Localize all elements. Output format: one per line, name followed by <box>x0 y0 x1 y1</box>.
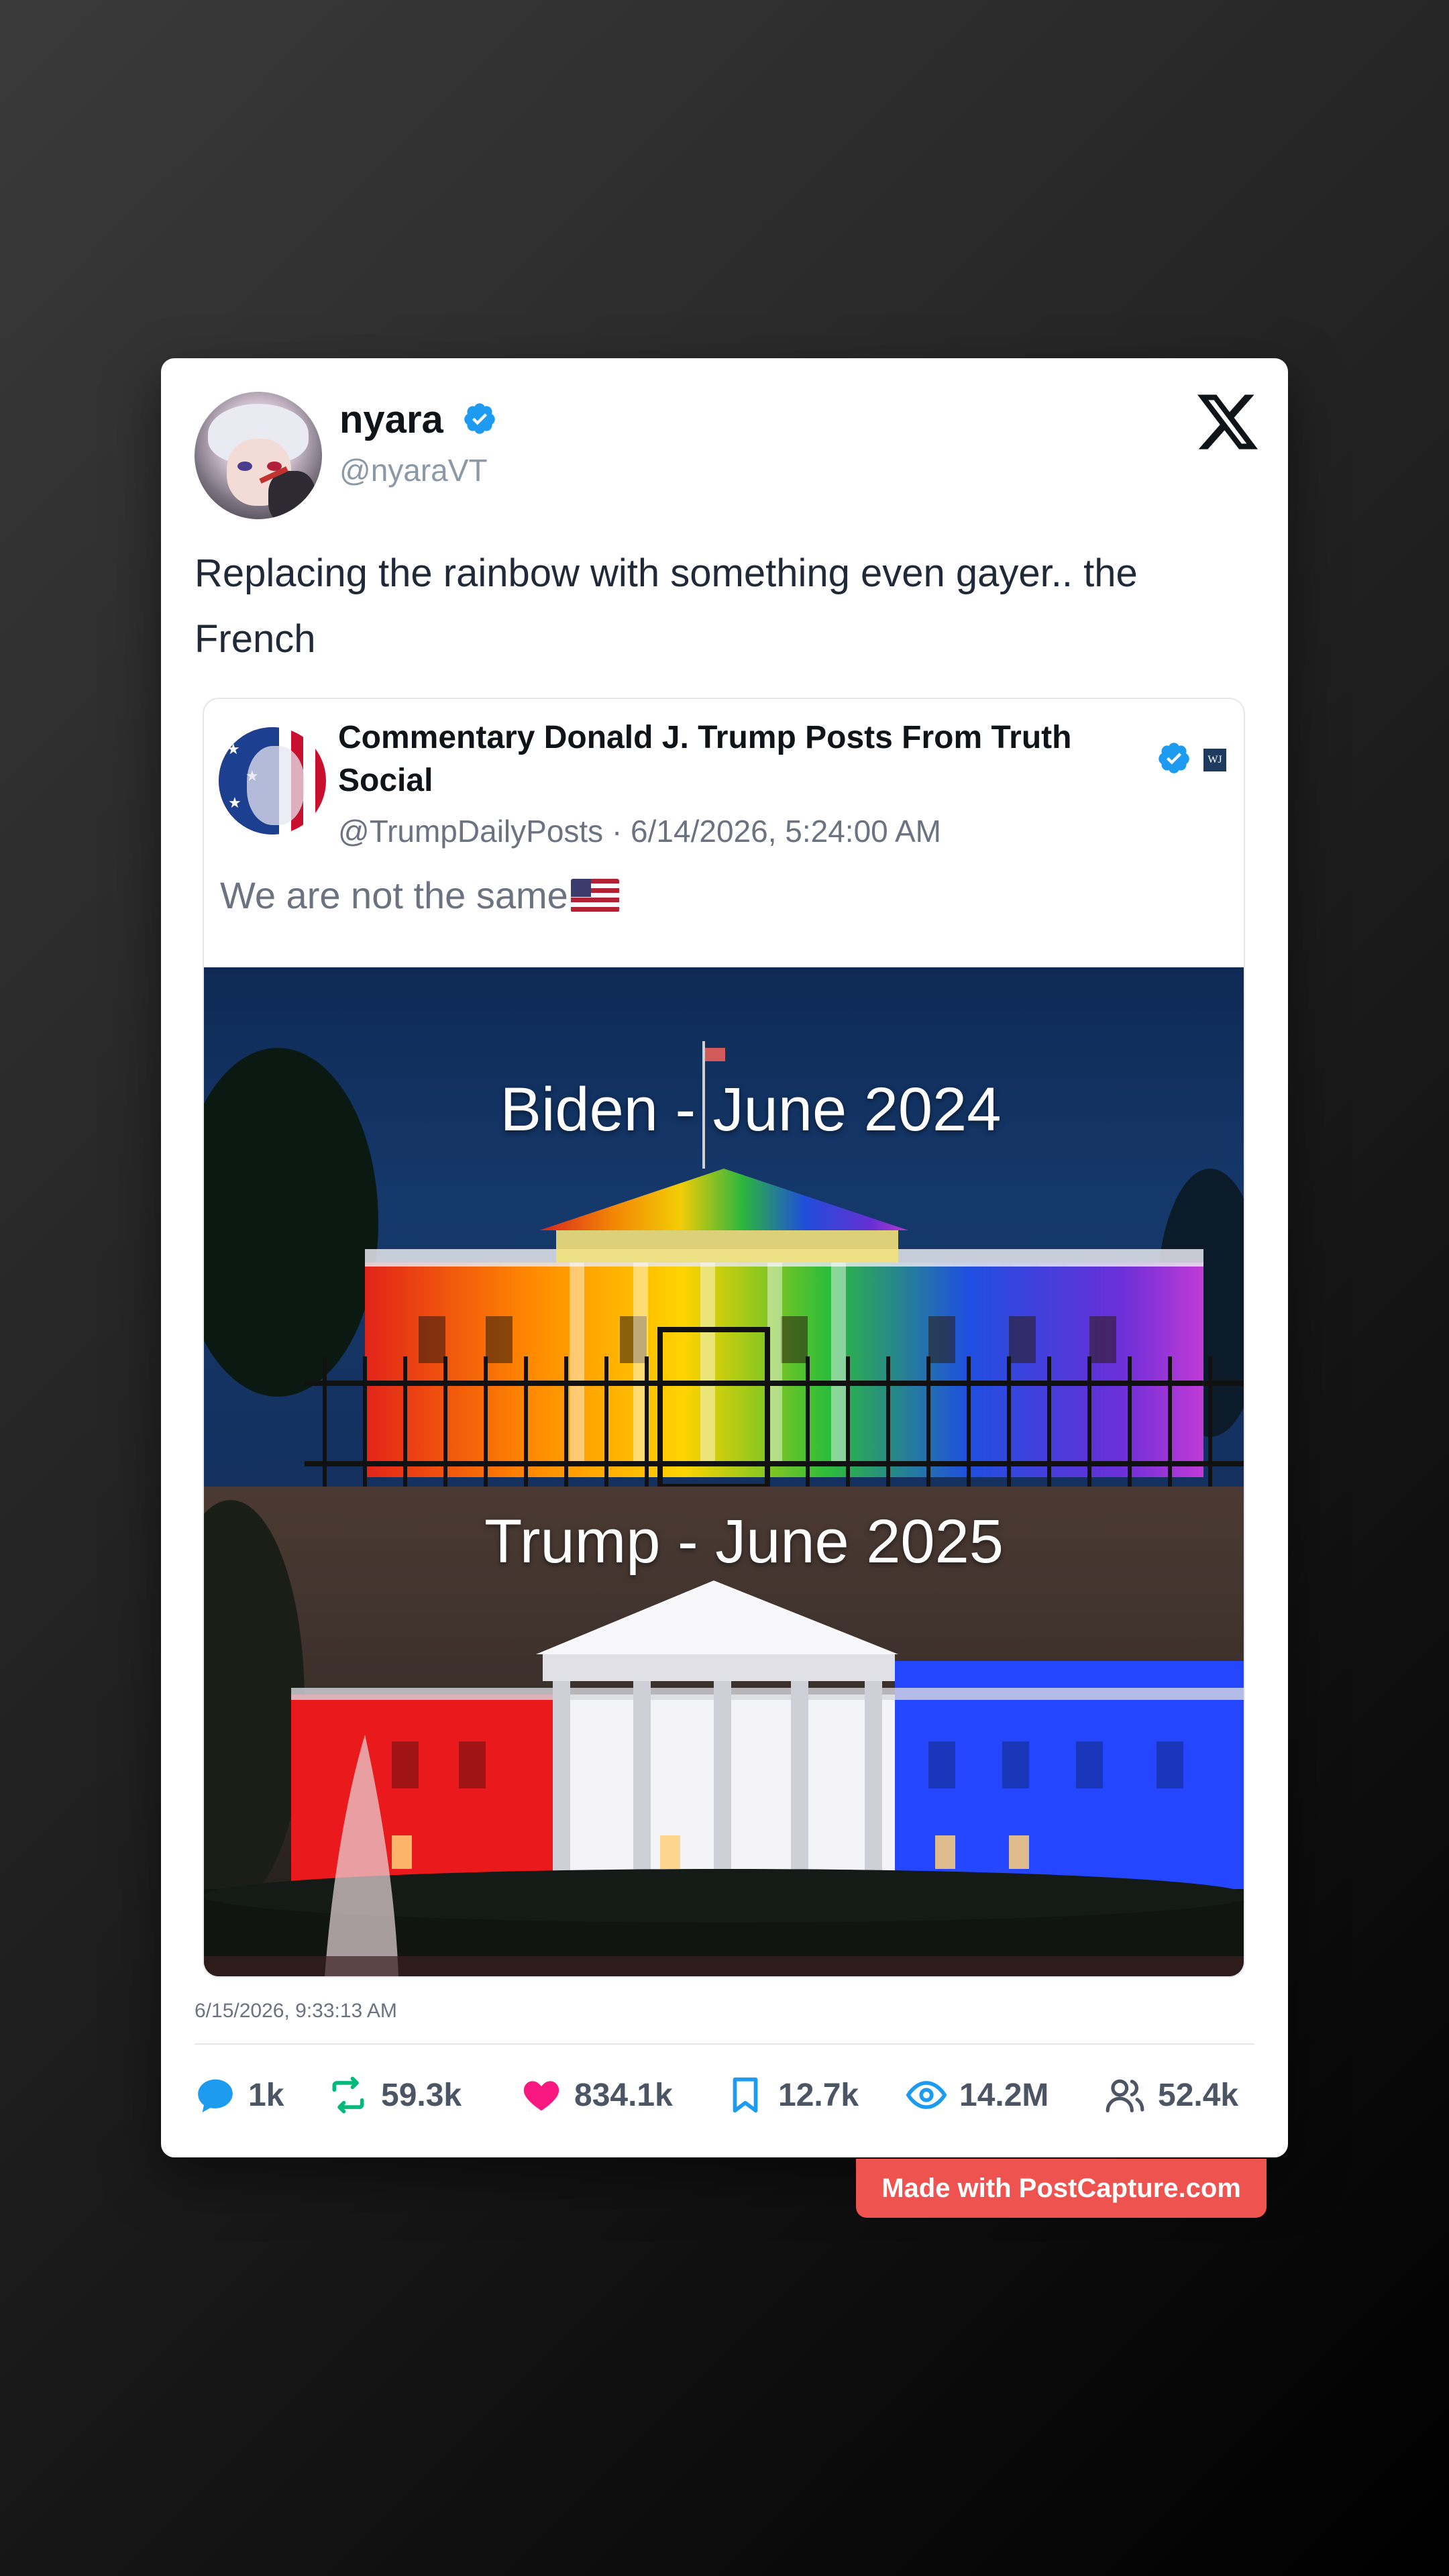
image-caption-bottom: Trump - June 2025 <box>484 1507 1004 1576</box>
like-count: 834.1k <box>574 2077 673 2113</box>
eye-icon <box>906 2081 947 2109</box>
postcapture-watermark[interactable]: Made with PostCapture.com <box>856 2159 1267 2218</box>
stats-divider <box>195 2043 1254 2045</box>
verified-badge-icon <box>464 403 495 434</box>
white-house-rainbow-illustration <box>204 1041 1244 1487</box>
reply-icon <box>198 2079 233 2112</box>
tweet-text: Replacing the rainbow with something eve… <box>195 551 1138 661</box>
reply-stat[interactable]: 1k <box>195 2065 284 2125</box>
followers-count: 52.4k <box>1158 2077 1239 2113</box>
followers-stat[interactable]: 52.4k <box>1104 2065 1238 2125</box>
author-handle[interactable]: @nyaraVT <box>339 452 488 488</box>
quoted-author-name[interactable]: Commentary Donald J. Trump Posts From Tr… <box>338 716 1110 802</box>
quoted-tweet-text-content: We are not the same <box>220 874 568 916</box>
quoted-image-top[interactable]: Biden - June 2024 <box>204 967 1244 1487</box>
affiliate-badge: WJ <box>1203 749 1226 771</box>
quoted-author-meta[interactable]: @TrumpDailyPosts · 6/14/2026, 5:24:00 AM <box>338 813 941 849</box>
quoted-tweet-text: We are not the same <box>220 873 619 917</box>
retweet-icon <box>332 2076 364 2114</box>
reply-count: 1k <box>248 2077 284 2113</box>
views-stat[interactable]: 14.2M <box>906 2065 1049 2125</box>
image-caption-top: Biden - June 2024 <box>500 1075 1002 1144</box>
quoted-tweet[interactable]: ★ ★ ★ Commentary Donald J. Trump Posts F… <box>203 698 1245 1978</box>
heart-icon <box>523 2081 559 2111</box>
retweet-count: 59.3k <box>381 2077 462 2113</box>
author-name[interactable]: nyara <box>339 397 443 442</box>
quoted-author-avatar[interactable]: ★ ★ ★ <box>219 727 326 835</box>
tweet-card: nyara @nyaraVT Replacing the rainbow wit… <box>161 358 1288 2157</box>
x-logo-icon[interactable] <box>1194 388 1261 455</box>
verified-badge-icon <box>1159 743 1189 773</box>
like-stat[interactable]: 834.1k <box>521 2065 673 2125</box>
quoted-image-bottom[interactable]: Trump - June 2025 <box>204 1487 1244 1976</box>
users-icon <box>1106 2079 1144 2112</box>
engagement-stats: 1k 59.3k 834.1k 12.7k 14.2M 52.4k <box>195 2065 1261 2125</box>
author-avatar[interactable] <box>195 392 322 519</box>
bookmark-icon <box>733 2077 758 2113</box>
bookmark-stat[interactable]: 12.7k <box>724 2065 859 2125</box>
bookmark-count: 12.7k <box>778 2077 859 2113</box>
tweet-timestamp[interactable]: 6/15/2026, 9:33:13 AM <box>195 2000 397 2023</box>
retweet-stat[interactable]: 59.3k <box>327 2065 462 2125</box>
views-count: 14.2M <box>959 2077 1049 2113</box>
us-flag-icon <box>570 879 619 912</box>
